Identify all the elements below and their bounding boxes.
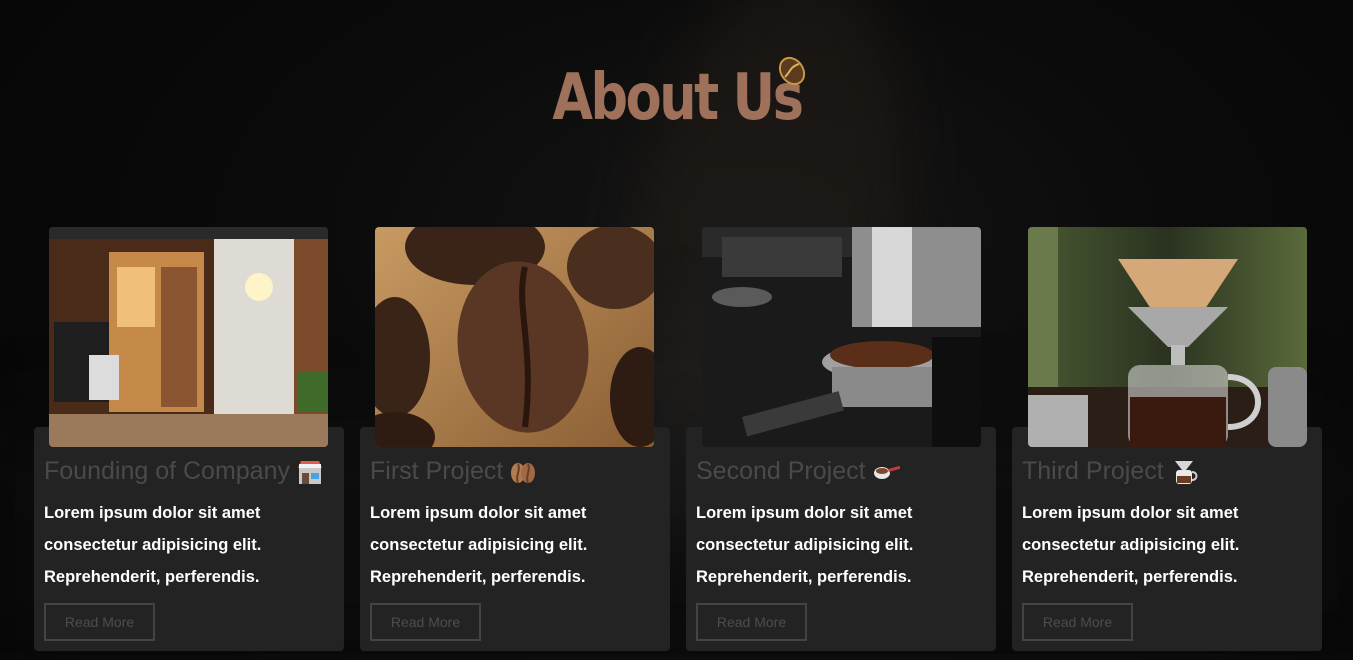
- card-image-pour-over: [1028, 227, 1307, 447]
- card-text-line: Lorem ipsum dolor sit amet: [44, 504, 261, 522]
- card-text-line: consectetur adipisicing elit.: [1022, 536, 1240, 554]
- card-text-line: Reprehenderit, perferendis.: [44, 568, 260, 586]
- section-title: About Us: [551, 61, 804, 135]
- read-more-button[interactable]: Read More: [1022, 603, 1133, 641]
- read-more-button[interactable]: Read More: [696, 603, 807, 641]
- coffee-bean-icon: [511, 462, 536, 483]
- card-title-text: Third Project: [1022, 457, 1164, 485]
- card-text-line: Lorem ipsum dolor sit amet: [370, 504, 587, 522]
- card-title-text: Founding of Company: [44, 457, 290, 485]
- read-more-button[interactable]: Read More: [44, 603, 155, 641]
- card-text-line: Reprehenderit, perferendis.: [1022, 568, 1238, 586]
- card-description: Lorem ipsum dolor sit amet consectetur a…: [370, 497, 660, 593]
- card-title-text: First Project: [370, 457, 504, 485]
- card-title-text: Second Project: [696, 457, 866, 485]
- card-text-line: Reprehenderit, perferendis.: [370, 568, 586, 586]
- card-third-project: Third Project Lorem ipsum dolor sit amet…: [1012, 427, 1322, 651]
- card-title: Founding of Company: [44, 457, 324, 486]
- coffee-scoop-icon: [873, 465, 900, 479]
- store-icon: [297, 460, 322, 484]
- card-image-storefront: [49, 227, 328, 447]
- card-description: Lorem ipsum dolor sit amet consectetur a…: [1022, 497, 1312, 593]
- coffee-pot-icon: [1174, 460, 1198, 484]
- card-text-line: Reprehenderit, perferendis.: [696, 568, 912, 586]
- card-text-line: Lorem ipsum dolor sit amet: [696, 504, 913, 522]
- card-founding: Founding of Company Lorem ipsum dolor si…: [34, 427, 344, 651]
- card-title: Second Project: [696, 457, 900, 486]
- card-text-line: consectetur adipisicing elit.: [370, 536, 588, 554]
- card-text-line: consectetur adipisicing elit.: [44, 536, 262, 554]
- coffee-bean-icon: [778, 56, 806, 86]
- card-text-line: Lorem ipsum dolor sit amet: [1022, 504, 1239, 522]
- card-text-line: consectetur adipisicing elit.: [696, 536, 914, 554]
- card-second-project: Second Project Lorem ipsum dolor sit ame…: [686, 427, 996, 651]
- card-description: Lorem ipsum dolor sit amet consectetur a…: [696, 497, 986, 593]
- card-first-project: First Project Lorem ipsum dolor sit amet…: [360, 427, 670, 651]
- card-image-espresso-machine: [702, 227, 981, 447]
- card-title: First Project: [370, 457, 537, 486]
- section-header: About Us: [0, 60, 1353, 136]
- card-image-coffee-beans: [375, 227, 654, 447]
- card-title: Third Project: [1022, 457, 1198, 486]
- read-more-button[interactable]: Read More: [370, 603, 481, 641]
- card-description: Lorem ipsum dolor sit amet consectetur a…: [44, 497, 334, 593]
